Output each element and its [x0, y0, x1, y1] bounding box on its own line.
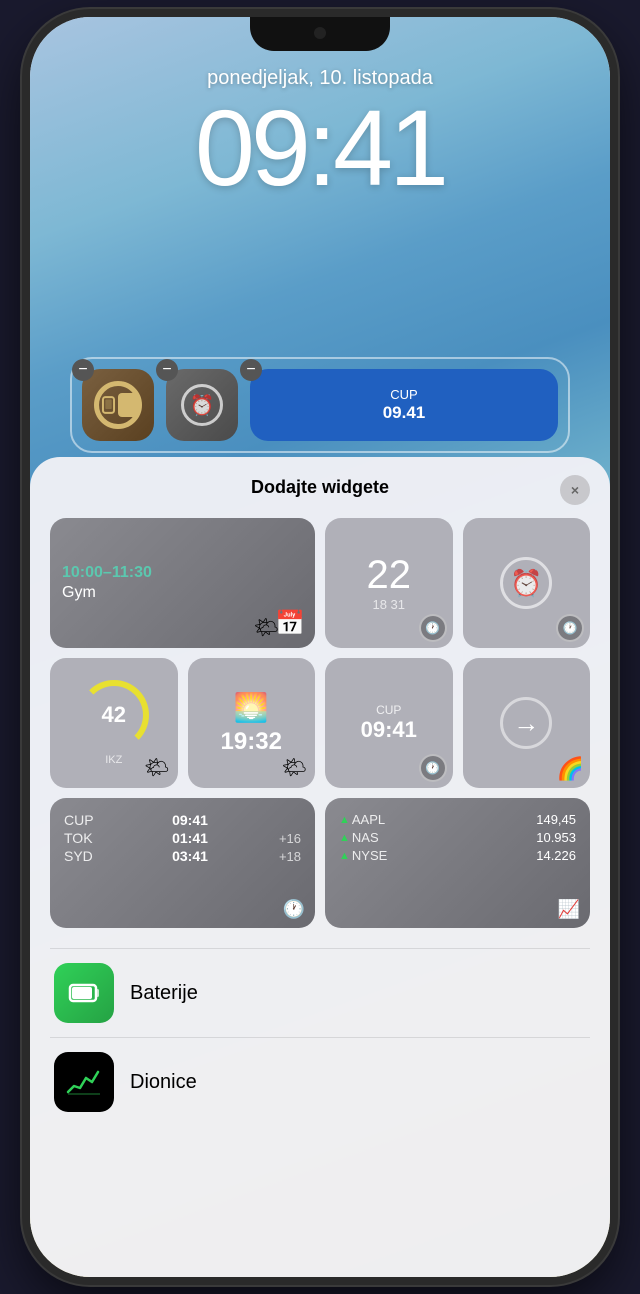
wc-offset-syd: +18 [271, 849, 301, 864]
app-list: Baterije Dionice [50, 948, 590, 1126]
stocks-widget[interactable]: ▲ AAPL 149,45 ▲ NAS 10.953 ▲ NYSE [325, 798, 590, 928]
wc-time-tok: 01:41 [172, 830, 208, 846]
clock-icon: 🕐 [419, 614, 447, 642]
remove-cup-widget-button[interactable]: − [240, 359, 262, 381]
alarm-circle-icon: ⏰ [500, 557, 552, 609]
lockscreen-widget-row[interactable]: − − ⏰ − CUP 09.41 [70, 357, 570, 453]
stock-name-aapl: ▲ AAPL [339, 812, 385, 827]
weather-icon2: 🌤 [144, 755, 169, 780]
alarm-widget[interactable]: − ⏰ [166, 369, 238, 441]
stocks-chart-icon: 📈 [558, 899, 580, 920]
lock-time: 09:41 [195, 94, 445, 202]
wc-city-syd: SYD [64, 848, 109, 864]
calendar-widget[interactable]: 10:00–11:30 Gym 🌤 📅 [50, 518, 315, 648]
remove-alarm-widget-button[interactable]: − [156, 359, 178, 381]
lockscreen-top: ponedjeljak, 10. listopada 09:41 [30, 67, 610, 202]
cup-small-time: 09:41 [361, 717, 417, 743]
sunrise-time: 19:32 [221, 728, 282, 756]
clock-icon2: 🕐 [419, 754, 447, 782]
close-button[interactable]: × [560, 475, 590, 505]
remove-phone-widget-button[interactable]: − [72, 359, 94, 381]
stock-val-aapl: 149,45 [536, 812, 576, 827]
stock-up-nas: ▲ [339, 832, 350, 844]
ring-label: IKZ [105, 754, 122, 766]
cup-small-widget[interactable]: CUP 09:41 🕐 [325, 658, 453, 788]
wc-time-cup: 09:41 [172, 812, 208, 828]
alarm-face-icon: ⏰ [181, 384, 223, 426]
calendar-icon: 📅 [275, 609, 305, 638]
ring-number: 42 [102, 702, 126, 728]
stock-up-aapl: ▲ [339, 814, 350, 826]
world-clock-row-cup: CUP 09:41 [64, 812, 301, 828]
widget-grid-row2: 42 IKZ 🌤 🌅 19:32 🌤 CUP 09:41 🕐 [50, 658, 590, 788]
stock-val-nyse: 14.226 [536, 848, 576, 863]
calendar-day-number: 22 [367, 555, 412, 595]
stock-row-nas: ▲ NAS 10.953 [339, 830, 576, 845]
shortcut-widget[interactable]: → 🌈 [463, 658, 591, 788]
world-clock-row-tok: TOK 01:41 +16 [64, 830, 301, 846]
sunrise-widget[interactable]: 🌅 19:32 🌤 [188, 658, 316, 788]
stock-up-nyse: ▲ [339, 850, 350, 862]
stock-val-nas: 10.953 [536, 830, 576, 845]
activity-icon: 🌈 [557, 756, 584, 782]
stocks-app-name: Dionice [130, 1071, 197, 1094]
arrow-circle-icon: → [500, 697, 552, 749]
panel-header: Dodajte widgete × [50, 477, 590, 498]
app-item-baterije[interactable]: Baterije [50, 948, 590, 1037]
stock-name-nyse: ▲ NYSE [339, 848, 387, 863]
wc-offset-tok: +16 [271, 831, 301, 846]
clock-sm-icon: 🕐 [556, 614, 584, 642]
sunrise-icon: 🌅 [234, 691, 269, 724]
wc-city-tok: TOK [64, 830, 109, 846]
cup-widget[interactable]: − CUP 09.41 [250, 369, 558, 441]
app-item-dionice[interactable]: Dionice [50, 1037, 590, 1126]
battery-app-icon [54, 963, 114, 1023]
wc-city-cup: CUP [64, 812, 109, 828]
weather-icon3: 🌤 [282, 755, 307, 780]
world-clock-widget[interactable]: CUP 09:41 TOK 01:41 +16 SYD 03:41 +18 🕐 [50, 798, 315, 928]
widget-panel: Dodajte widgete × 10:00–11:30 Gym 🌤 📅 22… [30, 457, 610, 1277]
world-clock-row-syd: SYD 03:41 +18 [64, 848, 301, 864]
panel-title: Dodajte widgete [251, 477, 389, 498]
wc-time-syd: 03:41 [172, 848, 208, 864]
calendar-event: Gym [62, 584, 96, 602]
widget-grid-row1: 10:00–11:30 Gym 🌤 📅 22 18 31 🕐 ⏰ 🕐 [50, 518, 590, 648]
calendar-num-widget[interactable]: 22 18 31 🕐 [325, 518, 453, 648]
battery-svg-icon [66, 975, 102, 1011]
widget-grid-row3: CUP 09:41 TOK 01:41 +16 SYD 03:41 +18 🕐 [50, 798, 590, 928]
stocks-app-icon [54, 1052, 114, 1112]
alarm-small-widget[interactable]: ⏰ 🕐 [463, 518, 591, 648]
wc-clock-icon: 🕐 [283, 899, 305, 920]
cup-widget-time: 09.41 [383, 403, 426, 423]
stock-row-nyse: ▲ NYSE 14.226 [339, 848, 576, 863]
cup-widget-content: CUP 09.41 [383, 387, 426, 423]
mini-clock-icon: 🕐 [419, 614, 447, 642]
ring-widget[interactable]: 42 IKZ 🌤 [50, 658, 178, 788]
mini-clock2-icon: 🕐 [419, 754, 447, 782]
ring-icon: 42 [79, 680, 149, 750]
cup-widget-label: CUP [383, 387, 426, 403]
notch [250, 17, 390, 51]
calendar-time-range: 10:00–11:30 [62, 564, 152, 582]
iphone-icon [99, 393, 118, 417]
stock-row-aapl: ▲ AAPL 149,45 [339, 812, 576, 827]
phone-widget[interactable]: − [82, 369, 154, 441]
calendar-week-numbers: 18 31 [372, 597, 405, 612]
stock-name-nas: ▲ NAS [339, 830, 379, 845]
stocks-svg-icon [64, 1064, 104, 1100]
cup-small-label: CUP [376, 703, 401, 717]
phone-ring-icon [94, 381, 142, 429]
battery-app-name: Baterije [130, 982, 198, 1005]
mini-clock-sm-icon: 🕐 [556, 614, 584, 642]
phone-frame: ponedjeljak, 10. listopada 09:41 − − ⏰ −… [30, 17, 610, 1277]
